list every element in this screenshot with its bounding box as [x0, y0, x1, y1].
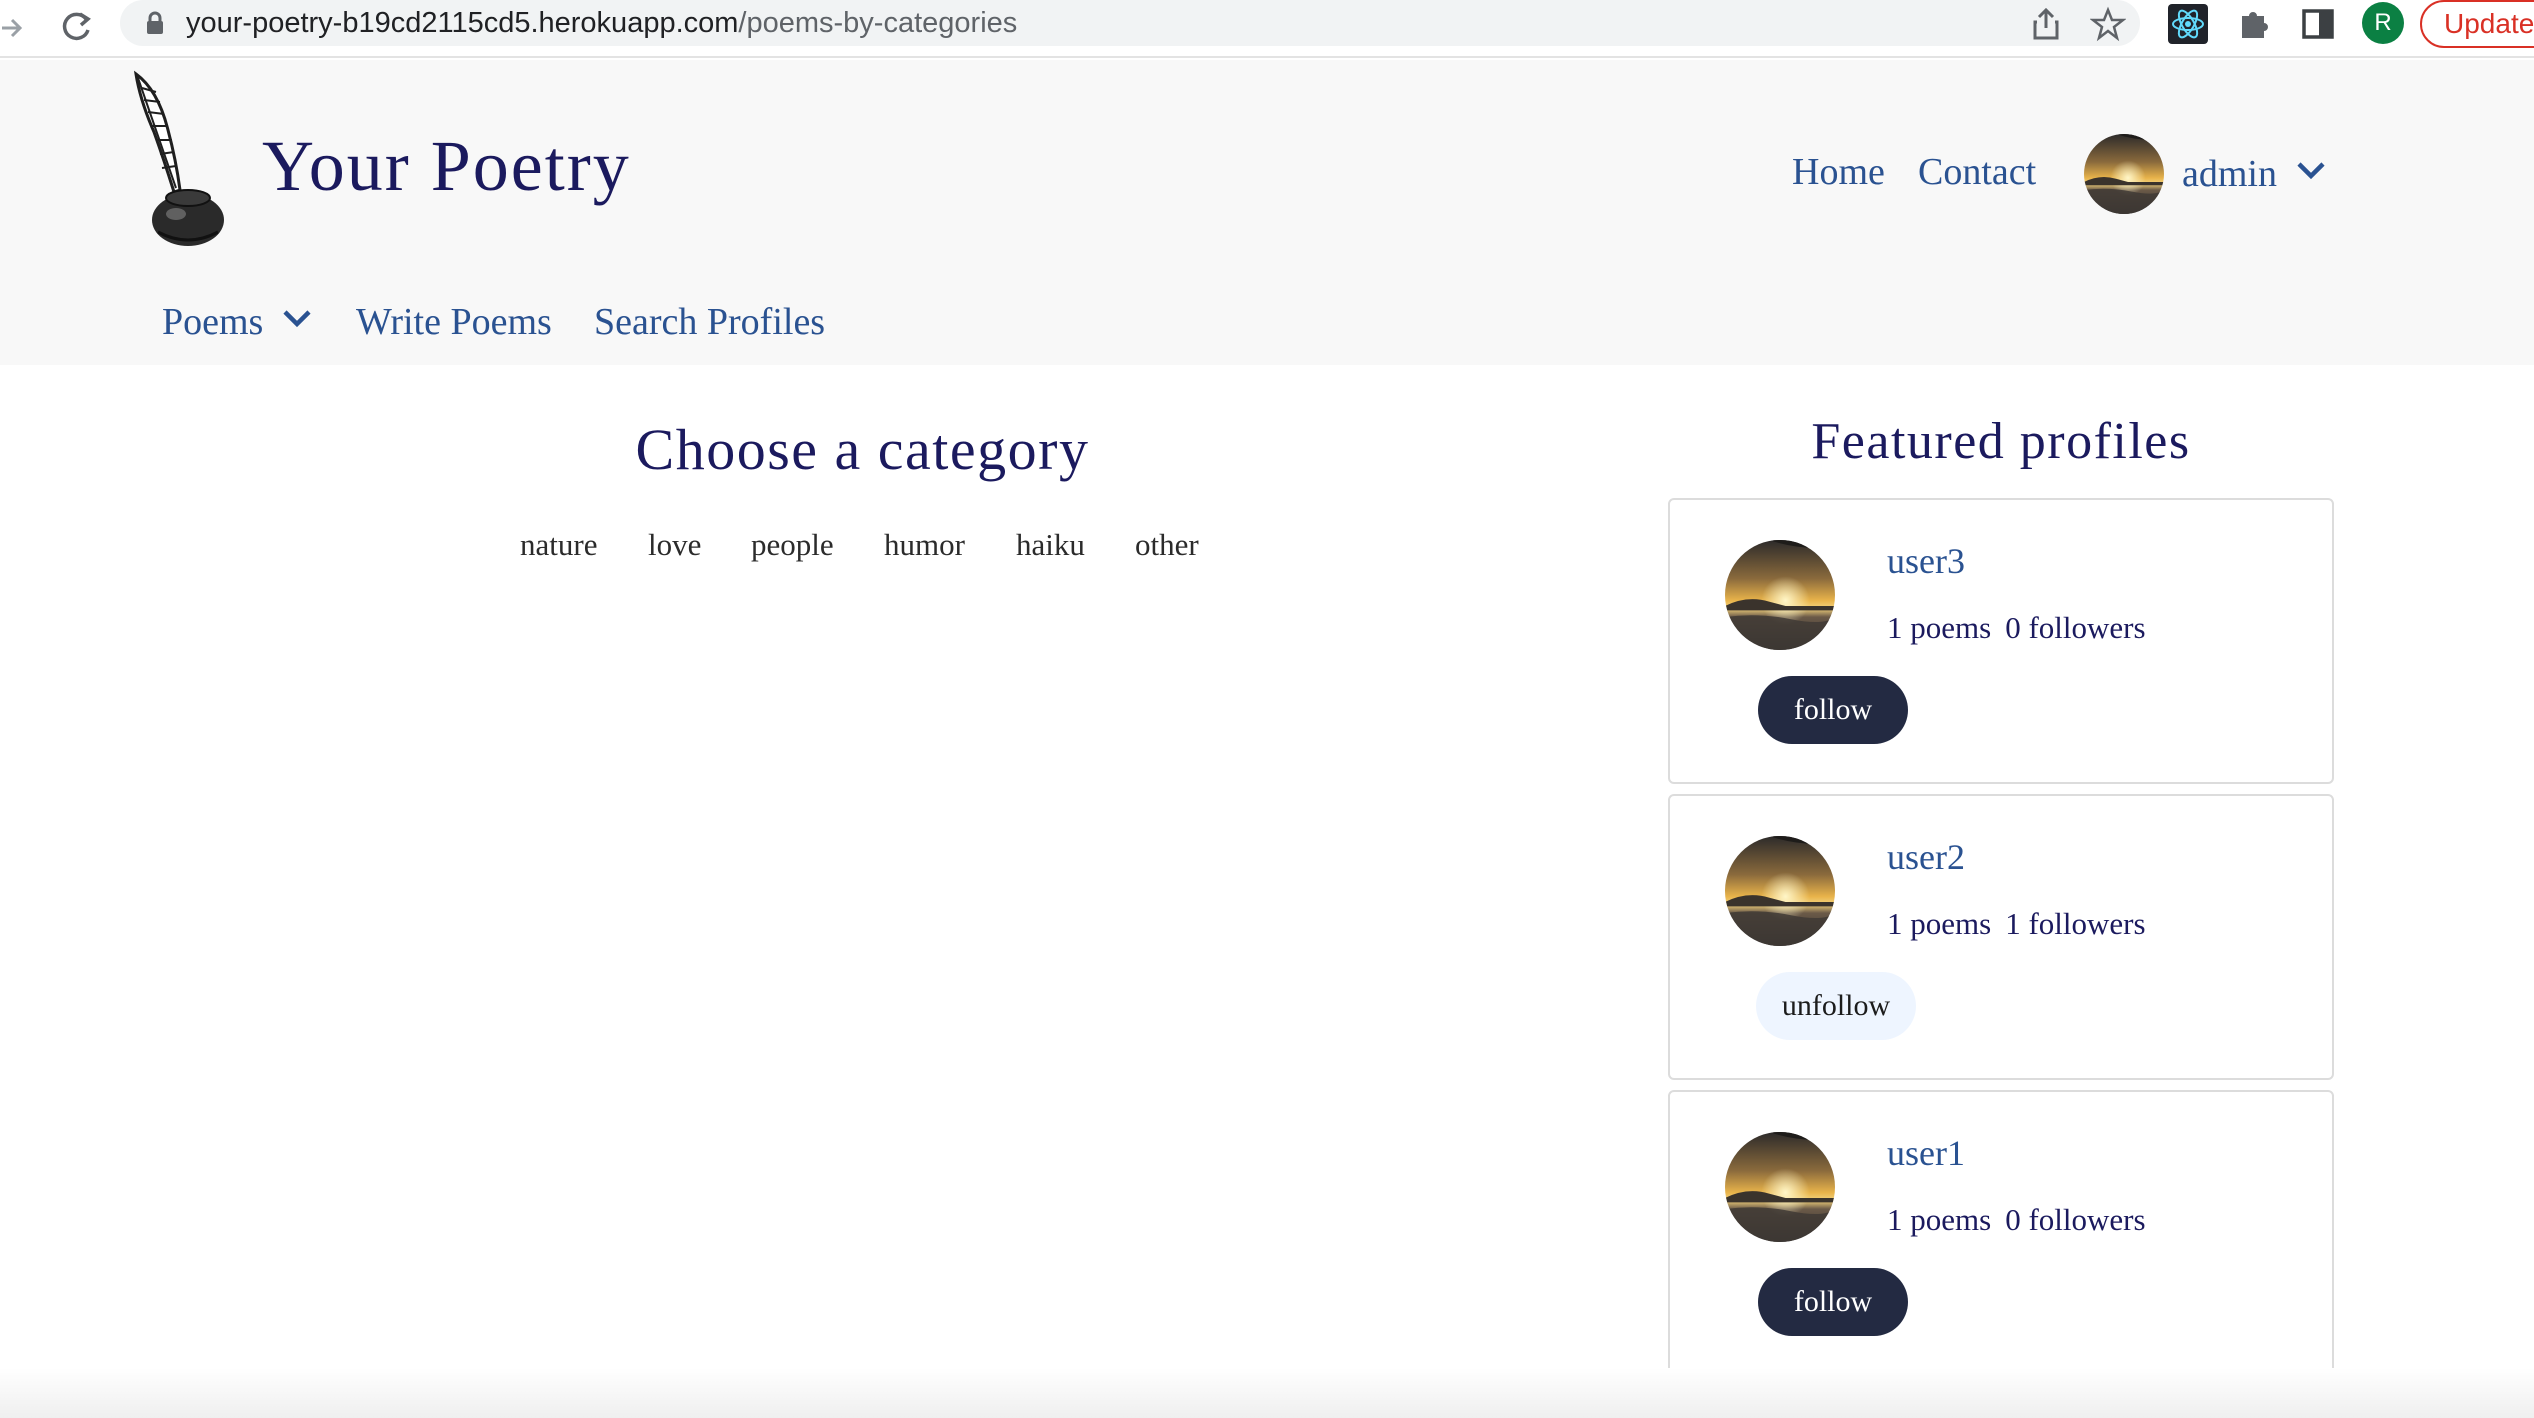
chevron-down-icon[interactable]	[282, 308, 312, 330]
star-bookmark-icon[interactable]	[2090, 6, 2126, 42]
extensions-puzzle-icon[interactable]	[2234, 4, 2274, 44]
page: your-poetry-b19cd2115cd5.herokuapp.com/p…	[0, 0, 2534, 1418]
browser-profile-avatar[interactable]: R	[2362, 2, 2404, 44]
profile-followers-count: 1 followers	[2005, 906, 2146, 941]
browser-toolbar: your-poetry-b19cd2115cd5.herokuapp.com/p…	[0, 0, 2534, 58]
category-link-people[interactable]: people	[751, 524, 834, 566]
profile-stats: 1 poems 0 followers	[1887, 1200, 2146, 1240]
category-heading: Choose a category	[635, 417, 1090, 482]
react-devtools-icon[interactable]	[2168, 4, 2208, 44]
profile-stats: 1 poems 1 followers	[1887, 904, 2146, 944]
user-menu-name[interactable]: admin	[2182, 150, 2277, 198]
category-link-haiku[interactable]: haiku	[1016, 524, 1085, 566]
share-icon[interactable]	[2028, 6, 2064, 42]
url-text: your-poetry-b19cd2115cd5.herokuapp.com/p…	[186, 7, 1018, 39]
nav-search-profiles-link[interactable]: Search Profiles	[594, 298, 825, 346]
site-header: Your Poetry Home Contact admin Poems Wri…	[0, 60, 2534, 365]
profile-username-link[interactable]: user2	[1887, 834, 1965, 880]
category-link-nature[interactable]: nature	[520, 524, 597, 566]
category-link-humor[interactable]: humor	[884, 524, 965, 566]
address-bar[interactable]: your-poetry-b19cd2115cd5.herokuapp.com/p…	[120, 0, 2140, 46]
nav-home-link[interactable]: Home	[1792, 148, 1885, 196]
nav-write-poems-link[interactable]: Write Poems	[356, 298, 552, 346]
lock-icon	[147, 11, 163, 34]
follow-button[interactable]: follow	[1758, 1268, 1908, 1336]
page-bottom-shadow	[0, 1368, 2534, 1418]
profile-card: user3 1 poems 0 followers follow	[1668, 498, 2334, 784]
follow-button[interactable]: follow	[1758, 676, 1908, 744]
profile-avatar[interactable]	[1725, 540, 1835, 650]
profile-avatar[interactable]	[1725, 1132, 1835, 1242]
profile-avatar[interactable]	[1725, 836, 1835, 946]
profile-poems-count: 1 poems	[1887, 1202, 1992, 1237]
nav-contact-link[interactable]: Contact	[1918, 148, 2036, 196]
profile-poems-count: 1 poems	[1887, 906, 1992, 941]
featured-profiles-heading: Featured profiles	[1811, 413, 2191, 470]
category-link-other[interactable]: other	[1135, 524, 1199, 566]
chevron-down-icon[interactable]	[2296, 160, 2326, 182]
nav-poems-dropdown[interactable]: Poems	[162, 298, 263, 346]
profile-card: user1 1 poems 0 followers follow	[1668, 1090, 2334, 1376]
unfollow-button[interactable]: unfollow	[1756, 972, 1916, 1040]
forward-arrow-icon[interactable]	[0, 8, 24, 48]
category-link-love[interactable]: love	[648, 524, 701, 566]
quill-inkwell-icon[interactable]	[128, 70, 238, 252]
update-button[interactable]: Update	[2420, 0, 2534, 48]
profile-username-link[interactable]: user3	[1887, 538, 1965, 584]
profile-card: user2 1 poems 1 followers unfollow	[1668, 794, 2334, 1080]
reload-icon[interactable]	[56, 6, 96, 46]
profile-followers-count: 0 followers	[2005, 610, 2146, 645]
user-avatar[interactable]	[2084, 134, 2164, 214]
profile-followers-count: 0 followers	[2005, 1202, 2146, 1237]
site-brand-title[interactable]: Your Poetry	[262, 120, 631, 212]
profile-poems-count: 1 poems	[1887, 610, 1992, 645]
side-panel-icon[interactable]	[2298, 4, 2338, 44]
profile-username-link[interactable]: user1	[1887, 1130, 1965, 1176]
profile-stats: 1 poems 0 followers	[1887, 608, 2146, 648]
